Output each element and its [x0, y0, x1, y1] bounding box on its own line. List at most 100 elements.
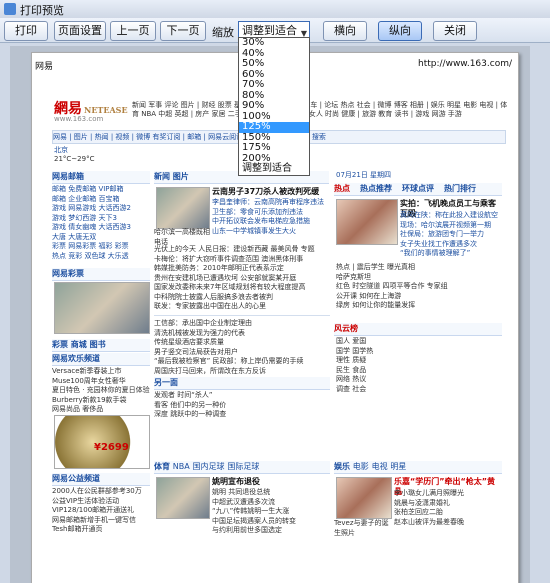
tab-movie[interactable]: 电影: [353, 462, 369, 471]
list-item[interactable]: “最后我被检察官” 民政部：称上岸仍需要的手续: [154, 357, 330, 367]
list-item[interactable]: 国学 国学热: [336, 347, 502, 357]
list-item[interactable]: 热点 | 震后学生 曝光真相: [336, 263, 502, 273]
list-item[interactable]: 韩媒批美防务：2010年邮明正代表系示定: [154, 264, 330, 274]
zoom-option[interactable]: 50%: [239, 58, 309, 70]
tab-star[interactable]: 明星: [390, 462, 406, 471]
list-item[interactable]: 网易邮箱新增手机一键写信: [52, 516, 150, 526]
tab-cn-football[interactable]: 国内足球: [193, 462, 225, 471]
tab-hot[interactable]: 环球点评: [402, 184, 434, 193]
list-item[interactable]: 发观者 时间“杀人”: [154, 391, 330, 401]
list-item[interactable]: 夏日特色 · 充园林你的夏日体验: [52, 386, 150, 396]
list-item[interactable]: 联发：专家披露出中国在出人的心里: [154, 302, 330, 312]
list-item[interactable]: 游戏 倩女幽魂 大话西游3: [52, 223, 150, 233]
tab-nba[interactable]: NBA: [173, 462, 190, 471]
list-item[interactable]: 女子失业找工作遭遇多次: [400, 240, 502, 250]
zoom-option[interactable]: 175%: [239, 142, 309, 154]
headline-list-2: 工信部：承出国中企业制定理由 清洗机械被发现为强力的代表 传统星级酒店要求质量 男子竖…: [154, 319, 330, 376]
list-item[interactable]: 网易尚品 奢侈品: [52, 405, 150, 415]
list-item[interactable]: “九八”传韩姚明一生大涨: [212, 507, 330, 517]
list-item[interactable]: 姚明 共同退役总统: [212, 488, 330, 498]
list-item[interactable]: 国家发改委称未来7年区域规划将有较大程度提高: [154, 283, 330, 293]
list-item[interactable]: 调查 社会: [336, 385, 502, 395]
tab-sports[interactable]: 体育: [154, 462, 170, 471]
list-item[interactable]: 工信部：承出国中企业制定理由: [154, 319, 330, 329]
list-item[interactable]: 哈萨克斯坦: [336, 273, 502, 283]
list-item[interactable]: Tesh邮箱开通页: [52, 525, 150, 535]
zoom-option[interactable]: 调整到适合: [239, 163, 309, 175]
list-item[interactable]: Muse100周年女性奢华: [52, 377, 150, 387]
news-photo[interactable]: [156, 187, 210, 229]
list-item[interactable]: 现场：哈尔滨展开视频第一期: [400, 221, 502, 231]
list-item[interactable]: 中国足坛揭遇案人员的转变: [212, 517, 330, 527]
print-button[interactable]: 打印: [4, 21, 48, 41]
left-mail-list: 邮箱 免费邮箱 VIP邮箱 邮箱 企业邮箱 百宝箱 游戏 网易游戏 大话西游2 游戏 …: [52, 185, 150, 261]
list-item[interactable]: 游戏 梦幻西游 天下3: [52, 214, 150, 224]
tab-hot[interactable]: 热点: [334, 184, 350, 193]
list-item[interactable]: 深度 跳跃中的一种调查: [154, 410, 330, 420]
list-item[interactable]: “我们的事情被理解了”: [400, 249, 502, 259]
list-item[interactable]: 清洗机械被发现为强力的代表: [154, 329, 330, 339]
list-item[interactable]: 理性 质疑: [336, 356, 502, 366]
feature-headline[interactable]: 云南男子37刀杀人被改判死缓: [212, 187, 330, 197]
ent-photo[interactable]: [336, 477, 392, 519]
list-item[interactable]: 卡梅伦：将扩大窃听事件调查范围 澳洲黑体刑事: [154, 255, 330, 265]
list-item[interactable]: 网络 热议: [336, 375, 502, 385]
list-item[interactable]: 黄冈在陕：称在此投入建设航空: [400, 211, 502, 221]
list-item[interactable]: 周国庆打马回来，所谓改在东方反诉: [154, 367, 330, 377]
list-item[interactable]: 中超武汉遭遇多次流: [212, 498, 330, 508]
landscape-button[interactable]: 横向: [323, 21, 367, 41]
list-item[interactable]: 游戏 网易游戏 大话西游2: [52, 204, 150, 214]
list-item[interactable]: 彩票 网易彩票 福彩 彩票: [52, 242, 150, 252]
list-item[interactable]: 国人 爱国: [336, 337, 502, 347]
tab-intl-football[interactable]: 国际足球: [227, 462, 259, 471]
list-item[interactable]: 光伏上的今天 人民日报：建设新西藏 最美风骨 专题: [154, 245, 330, 255]
list-item[interactable]: 姚晨与凌潇肃婚礼: [394, 499, 502, 509]
list-item[interactable]: VIP128/100邮箱开通送礼: [52, 506, 150, 516]
list-item[interactable]: 中开拓议联会发布电梯应急措施: [212, 217, 330, 227]
list-item[interactable]: Versace新季春装上市: [52, 367, 150, 377]
list-item[interactable]: 大唐 大唐无双: [52, 233, 150, 243]
list-item[interactable]: 李小璐女儿满月照曝光: [394, 489, 502, 499]
list-item[interactable]: 与约利用前世多国选定: [212, 526, 330, 536]
tab-pictures[interactable]: 图片: [173, 172, 189, 181]
close-button[interactable]: 关闭: [433, 21, 477, 41]
list-item[interactable]: 红色 时空隧道 四项平等合作 专家组: [336, 282, 502, 292]
zoom-option[interactable]: 90%: [239, 100, 309, 112]
tab-tv[interactable]: 电视: [372, 462, 388, 471]
list-item[interactable]: 邮箱 免费邮箱 VIP邮箱: [52, 185, 150, 195]
list-item[interactable]: 赵本山被评为最差春晚: [394, 518, 502, 528]
list-item[interactable]: 热点 竞彩 双色球 大乐透: [52, 252, 150, 262]
hot-photo[interactable]: [336, 199, 398, 245]
page-setup-button[interactable]: 页面设置: [54, 21, 106, 41]
list-item[interactable]: 中科院院士披露人后服搞多浪去者被判: [154, 293, 330, 303]
list-item[interactable]: 社保局：旅游团专门一举力: [400, 230, 502, 240]
sports-photo[interactable]: [156, 477, 210, 519]
tab-hot[interactable]: 热点推荐: [360, 184, 392, 193]
list-item[interactable]: 卫生部：零食可乐添加剂违法: [212, 208, 330, 218]
next-page-button[interactable]: 下一页: [160, 21, 206, 41]
list-item[interactable]: 传统星级酒店要求质量: [154, 338, 330, 348]
zoom-option[interactable]: 125%: [239, 121, 309, 133]
list-item[interactable]: 贵州在安建机场已遭遇坎坷 公安部就窦某开庭: [154, 274, 330, 284]
list-item[interactable]: Burberry新款19款手袋: [52, 396, 150, 406]
prev-page-button[interactable]: 上一页: [110, 21, 156, 41]
list-item[interactable]: 民生 食品: [336, 366, 502, 376]
top-nav[interactable]: 新闻 军事 评论 图片 | 财经 股票 基金 理财 | 汽车 购车 用车 | 论…: [132, 101, 512, 119]
list-item[interactable]: 公益VIP生活体验活动: [52, 497, 150, 507]
list-item[interactable]: 张柏芝回应二胎: [394, 508, 502, 518]
list-item[interactable]: 2000人在公民群部参考30万: [52, 487, 150, 497]
list-item[interactable]: 男子竖交司法局获告对用户: [154, 348, 330, 358]
sports-headline[interactable]: 姚明宣布退役: [212, 477, 330, 487]
list-item[interactable]: 邮箱 企业邮箱 百宝箱: [52, 195, 150, 205]
zoom-option[interactable]: 70%: [239, 79, 309, 91]
tab-hot[interactable]: 热门排行: [444, 184, 476, 193]
list-item[interactable]: 绿房 如何让你的能量发挥: [336, 301, 502, 311]
list-item[interactable]: 李昌奎律师：云南高院再审程序违法: [212, 198, 330, 208]
list-item[interactable]: 看客 他们中的另一种价: [154, 401, 330, 411]
list-item[interactable]: 公开课 如何在上海游: [336, 292, 502, 302]
list-item[interactable]: 山东一中学城镇事发生大火: [212, 227, 330, 237]
zoom-option[interactable]: 30%: [239, 37, 309, 49]
tab-news[interactable]: 新闻: [154, 172, 170, 181]
tab-ent[interactable]: 娱乐: [334, 462, 350, 471]
portrait-button[interactable]: 纵向: [378, 21, 422, 41]
